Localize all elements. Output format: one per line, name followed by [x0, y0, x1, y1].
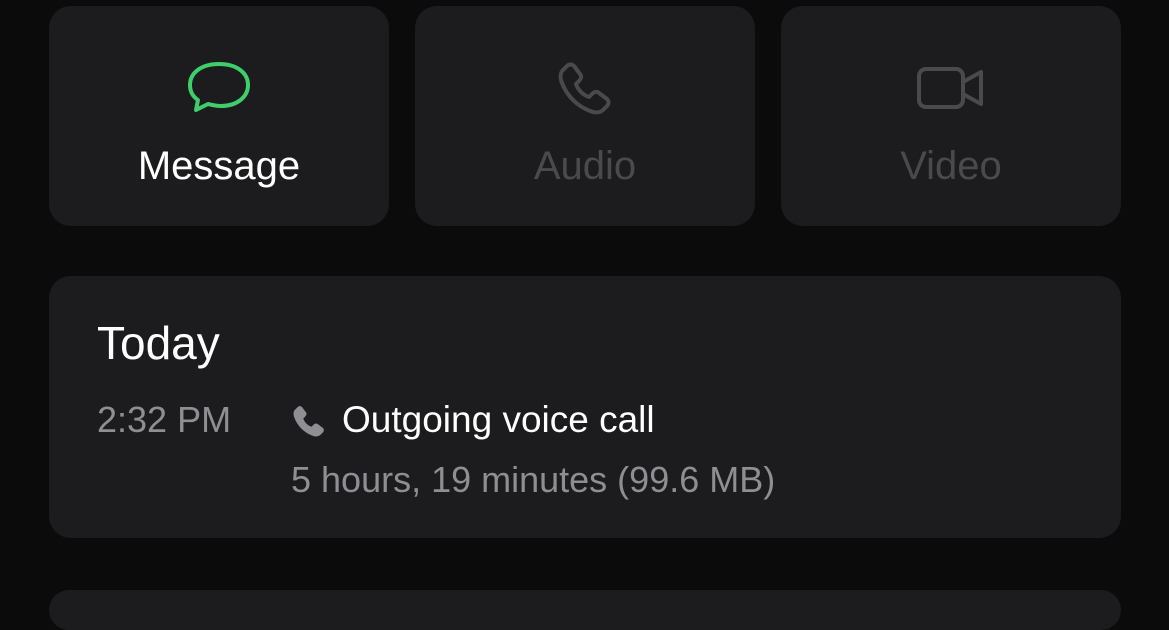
video-camera-icon	[915, 56, 987, 120]
video-call-button[interactable]: Video	[781, 6, 1121, 226]
call-history-title: Today	[97, 317, 220, 369]
next-card	[49, 590, 1121, 630]
call-history-card: Today 2:32 PM Outgoing voice call 5 hour…	[49, 276, 1121, 538]
call-details: 5 hours, 19 minutes (99.6 MB)	[291, 459, 776, 500]
call-type: Outgoing voice call	[342, 399, 655, 440]
audio-label: Audio	[533, 144, 637, 188]
audio-call-button[interactable]: Audio	[415, 6, 755, 226]
phone-icon	[290, 402, 328, 440]
message-bubble-icon	[183, 56, 255, 120]
call-time: 2:32 PM	[97, 399, 232, 440]
message-button[interactable]: Message	[49, 6, 389, 226]
video-label: Video	[900, 144, 1002, 188]
message-label: Message	[137, 144, 301, 188]
phone-icon	[549, 56, 621, 120]
